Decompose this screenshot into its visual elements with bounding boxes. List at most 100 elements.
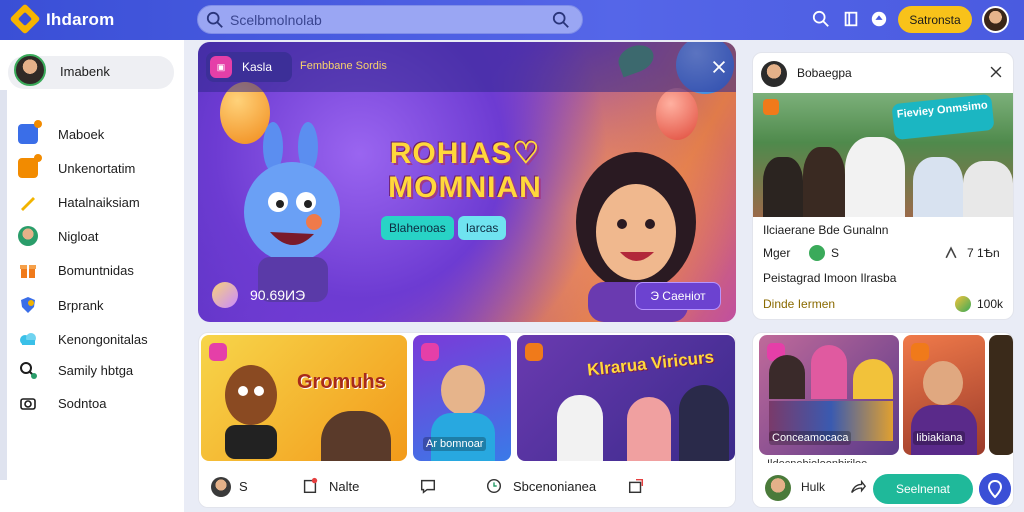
create-button[interactable]: Satronsta [898, 6, 972, 33]
sidebar-item-search[interactable]: Samily hbtga [14, 360, 174, 382]
post-subtitle: Fembbane Sordis [300, 60, 387, 72]
media-tile[interactable]: Iibiakiana [903, 335, 985, 455]
watch-button[interactable]: Э Саеніот [635, 282, 721, 310]
profile-icon [18, 226, 38, 246]
hero-tag[interactable]: Iarcas [457, 216, 507, 240]
like-icon[interactable] [955, 296, 971, 312]
avatar[interactable] [765, 475, 791, 501]
sidebar-item-label: Brprank [58, 298, 104, 313]
sidebar-item-profile[interactable]: Nigloat [14, 226, 174, 248]
media-grid-card: Gromuhs Ar bomnoar Klrarua Viricurs S Na… [198, 332, 736, 508]
media-tile[interactable]: Gromuhs [201, 335, 407, 461]
sidebar-item-shield[interactable]: Brprank [14, 295, 174, 317]
person-face [441, 365, 485, 415]
media-tile[interactable]: Klrarua Viricurs [517, 335, 735, 461]
sidebar-item-camera[interactable]: Sodntoa [14, 393, 174, 415]
avatar[interactable] [761, 61, 787, 87]
action-label: Nalte [329, 479, 360, 494]
person-figure [557, 395, 603, 461]
post-meta-label: Mger [763, 246, 791, 260]
user-avatar[interactable] [982, 6, 1009, 33]
profile-item[interactable]: Imabenk [8, 54, 174, 89]
post-footer-label: Dinde Iermen [763, 297, 836, 311]
group-name: Kasla [242, 60, 273, 74]
photo-sign: Fieviey Onmsimo [891, 93, 995, 141]
group-icon: ▣ [210, 56, 232, 78]
side-post-card[interactable]: Bobaegpa Fieviey Onmsimo Ilciaerane Bde … [752, 52, 1014, 320]
close-icon[interactable] [989, 65, 1003, 79]
user-name[interactable]: Hulk [801, 480, 825, 494]
share-count: 7 1Ѣn [967, 246, 1000, 260]
sidebar-item-news[interactable]: Maboek [14, 120, 174, 146]
notification-dot [34, 154, 42, 162]
mascot-illustration [244, 122, 340, 302]
sidebar-item-pages[interactable]: Unkenortatim [14, 154, 174, 180]
search-icon [206, 11, 223, 28]
post-author[interactable]: Bobaegpa [797, 66, 852, 80]
sidebar-item-cloud[interactable]: Kenongonitalas [14, 329, 174, 351]
sidebar-item-label: Kenongonitalas [58, 332, 148, 347]
search-icon[interactable] [812, 10, 830, 28]
hero-tags: Blahenoas Iarcas [381, 216, 507, 240]
media-tile[interactable] [989, 335, 1013, 455]
sidebar-item-label: Hatalnaiksiam [58, 195, 140, 210]
reaction-icon[interactable] [809, 245, 825, 261]
tile-title: Klrarua Viricurs [586, 347, 715, 380]
media-tile[interactable]: Conceamocaca [759, 335, 899, 455]
close-icon[interactable] [710, 58, 728, 76]
avatar-icon [211, 477, 231, 497]
pencil-icon [21, 197, 35, 211]
reaction-count: S [239, 479, 248, 494]
person-figure [911, 405, 977, 455]
balloon-decoration [656, 88, 698, 140]
cartoon-character [225, 365, 277, 459]
person-figure [803, 147, 845, 217]
tile-badge-icon [911, 343, 929, 361]
profile-name: Imabenk [60, 64, 110, 79]
person-figure [845, 137, 905, 217]
cloud-icon [20, 333, 36, 345]
bookmark-icon[interactable] [842, 10, 860, 28]
group-chip[interactable]: ▣ Kasla [206, 52, 292, 82]
post-description: Peistagrad Imoon Ilrasba [763, 271, 897, 285]
notification-icon[interactable] [870, 10, 888, 28]
search-bar[interactable] [197, 5, 583, 34]
location-icon[interactable] [979, 473, 1011, 505]
shield-icon [21, 297, 35, 313]
sidebar-item-gifts[interactable]: Bomuntnidas [14, 260, 174, 282]
photo-badge-icon [763, 99, 779, 115]
hero-title-line: ROHIAS♡ [389, 137, 541, 170]
sidebar: Imabenk Maboek Unkenortatim Hatalnaiksia… [0, 40, 184, 512]
follow-button[interactable]: Seelnenat [873, 474, 973, 504]
search-icon [20, 362, 37, 379]
avatar [14, 54, 46, 86]
sidebar-item-label: Bomuntnidas [58, 263, 134, 278]
share-icon[interactable] [943, 245, 959, 261]
post-photo[interactable]: Fieviey Onmsimo [753, 93, 1013, 217]
search-submit-icon[interactable] [552, 11, 570, 29]
tile-badge-icon [421, 343, 439, 361]
card-footer: Hulk Seelnenat [753, 463, 1013, 507]
sidebar-item-label: Samily hbtga [58, 363, 134, 378]
share-icon [628, 478, 644, 494]
action-label: Sbcenonianea [513, 479, 597, 494]
media-tile[interactable]: Ar bomnoar [413, 335, 511, 461]
tile-title: Gromuhs [297, 371, 386, 393]
person-figure [679, 385, 729, 461]
side-media-card: Conceamocaca Iibiakiana Ildecnebioloonbi… [752, 332, 1014, 508]
gift-icon [20, 265, 36, 278]
views-icon [212, 282, 238, 308]
hero-title: ROHIAS♡ MOMNIAN [370, 137, 560, 205]
sidebar-item-edit[interactable]: Hatalnaiksiam [14, 192, 174, 214]
clock-icon [486, 478, 502, 494]
person-figure [963, 161, 1013, 217]
featured-post-card[interactable]: ▣ Kasla Fembbane Sordis ROHIAS♡ MOMNIAN … [198, 42, 736, 322]
search-input[interactable] [230, 10, 540, 30]
person-figure [763, 157, 803, 217]
hero-title-line: MOMNIAN [388, 171, 542, 204]
grid-footer: S Nalte Sbcenonianea [199, 463, 735, 507]
hero-tag[interactable]: Blahenoas [381, 216, 454, 240]
share-icon[interactable] [849, 479, 867, 497]
notification-dot [34, 120, 42, 128]
sidebar-item-label: Nigloat [58, 229, 99, 244]
